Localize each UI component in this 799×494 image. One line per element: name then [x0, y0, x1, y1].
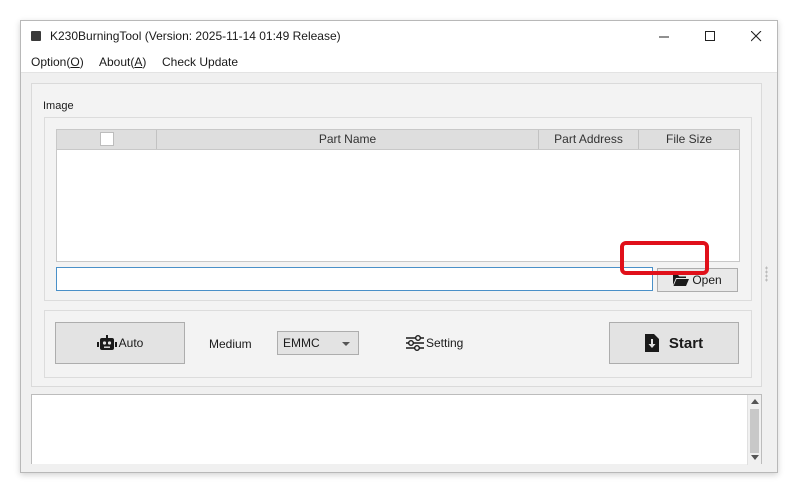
setting-label: Setting: [426, 336, 464, 350]
robot-icon: [96, 335, 117, 350]
main-panel: Image Part Name Part Address File Size O…: [31, 83, 762, 387]
open-button-label: Open: [692, 273, 722, 287]
start-button[interactable]: Start: [609, 322, 739, 364]
scroll-down-arrow-icon[interactable]: [751, 455, 759, 460]
log-output[interactable]: [31, 394, 762, 465]
resize-grip[interactable]: [765, 266, 768, 282]
scroll-thumb[interactable]: [750, 409, 759, 453]
column-part-name[interactable]: Part Name: [157, 130, 539, 149]
folder-open-icon: [673, 275, 690, 286]
close-icon: [750, 30, 761, 41]
menu-bar: Option(O) About(A) Check Update: [21, 51, 777, 73]
control-group: Auto Medium EMMC Setting Start: [44, 310, 752, 378]
medium-select[interactable]: EMMC: [277, 331, 359, 355]
menu-about-prefix: About(: [99, 55, 135, 69]
open-button-highlight: [620, 241, 709, 275]
menu-option[interactable]: Option(O): [31, 55, 84, 69]
menu-option-prefix: Option(: [31, 55, 71, 69]
log-scrollbar[interactable]: [747, 395, 761, 465]
select-all-column[interactable]: [57, 130, 157, 149]
window-title: K230BurningTool (Version: 2025-11-14 01:…: [50, 29, 341, 43]
chevron-down-icon: [342, 342, 350, 346]
setting-button[interactable]: Setting: [406, 333, 463, 353]
column-file-size[interactable]: File Size: [639, 130, 739, 149]
maximize-button[interactable]: [687, 21, 733, 51]
maximize-icon: [704, 30, 715, 41]
image-section-label: Image: [43, 100, 74, 112]
medium-label: Medium: [209, 337, 252, 351]
menu-option-suffix: ): [79, 55, 84, 69]
scroll-up-arrow-icon[interactable]: [751, 399, 759, 404]
minimize-icon: [658, 36, 669, 37]
column-part-address[interactable]: Part Address: [539, 130, 639, 149]
start-button-label: Start: [668, 334, 704, 352]
close-button[interactable]: [733, 21, 779, 51]
file-download-icon: [644, 334, 659, 352]
menu-about[interactable]: About(A): [99, 55, 146, 69]
sliders-icon: [406, 335, 424, 351]
title-bar[interactable]: K230BurningTool (Version: 2025-11-14 01:…: [21, 21, 777, 51]
menu-about-suffix: ): [142, 55, 147, 69]
app-icon: [31, 31, 41, 41]
auto-button[interactable]: Auto: [55, 322, 185, 364]
auto-button-label: Auto: [118, 336, 144, 350]
minimize-button[interactable]: [641, 21, 687, 51]
table-header: Part Name Part Address File Size: [57, 130, 739, 150]
image-path-input[interactable]: [56, 267, 653, 291]
menu-check-update[interactable]: Check Update: [162, 55, 238, 69]
menu-option-key: O: [70, 55, 80, 69]
select-all-checkbox[interactable]: [99, 131, 114, 146]
medium-select-value: EMMC: [283, 336, 320, 350]
